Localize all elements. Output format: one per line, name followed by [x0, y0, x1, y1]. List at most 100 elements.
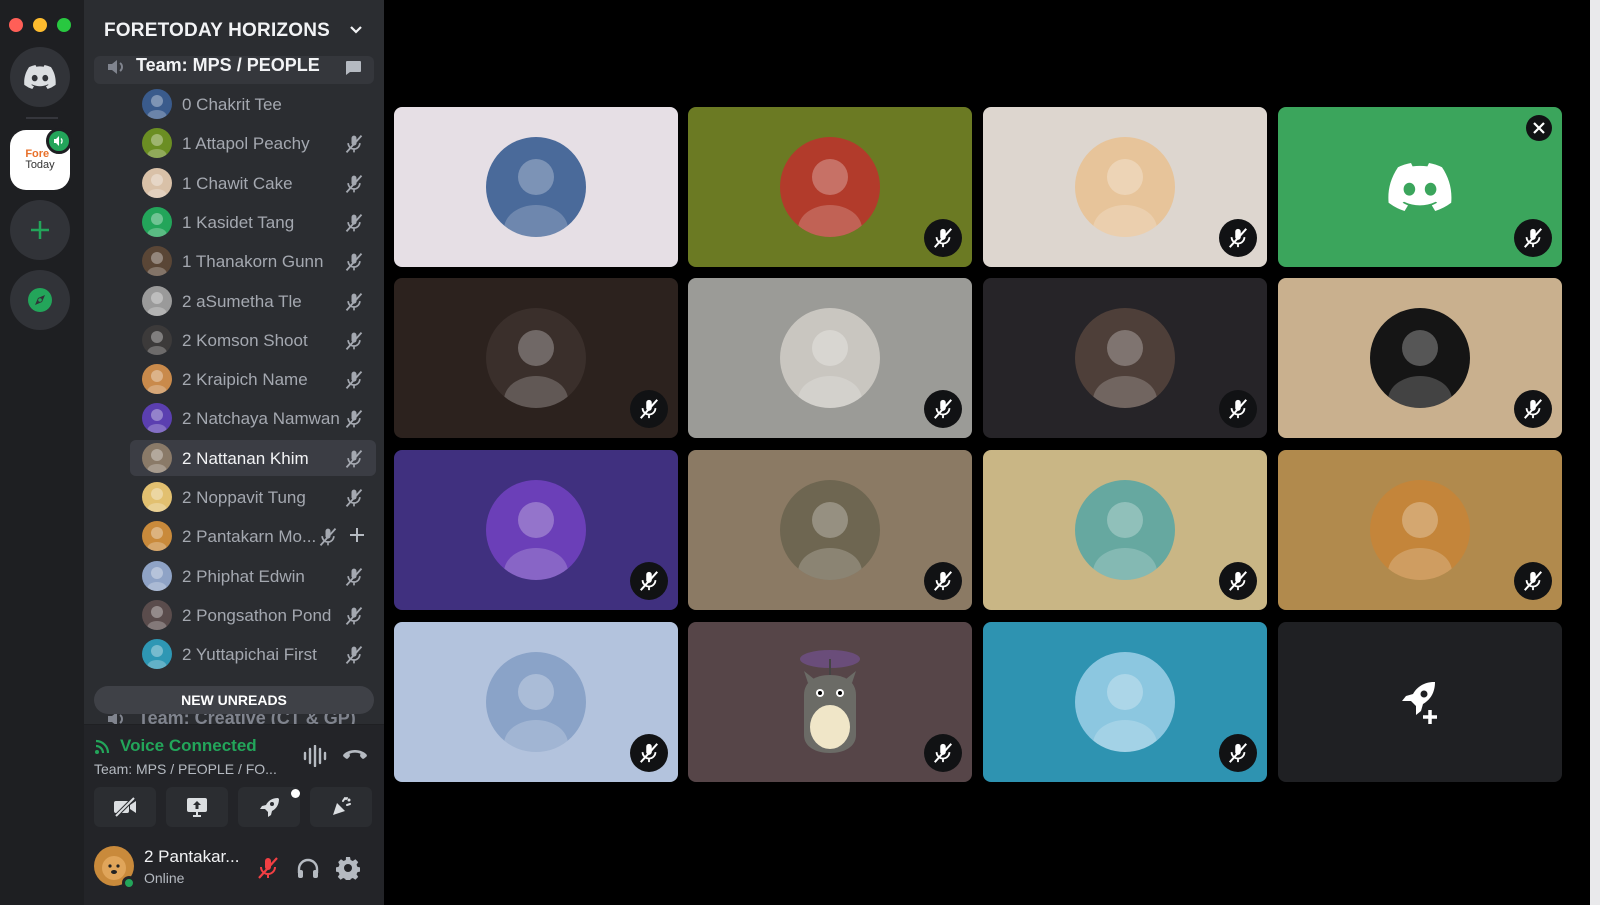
member-muted-indicator: [344, 567, 364, 592]
camera-off-button[interactable]: [94, 787, 156, 827]
participant-tile[interactable]: [394, 107, 678, 267]
plus-icon: [31, 221, 49, 239]
server-rail: Fore Today: [0, 0, 84, 905]
activity-launcher: [1278, 622, 1562, 782]
voice-member[interactable]: 2 aSumetha Tle: [130, 283, 376, 319]
voice-connection-panel: Voice Connected Team: MPS / PEOPLE / FO.…: [84, 724, 384, 834]
member-avatar: [142, 639, 172, 670]
chevron-down-icon: [350, 26, 362, 34]
participant-tile[interactable]: [688, 107, 972, 267]
add-server-button[interactable]: [10, 200, 70, 260]
participant-tile[interactable]: [688, 278, 972, 438]
mic-muted-icon: [345, 331, 363, 350]
video-off-icon: [114, 797, 136, 817]
voice-member[interactable]: 2 Komson Shoot: [130, 322, 376, 358]
voice-channel-path[interactable]: Team: MPS / PEOPLE / FO...: [94, 761, 277, 777]
channel-name: Team: MPS / PEOPLE: [136, 56, 320, 75]
member-muted-indicator: [318, 527, 338, 552]
mic-muted-icon: [1229, 399, 1247, 419]
voice-member[interactable]: 1 Attapol Peachy: [130, 125, 376, 161]
home-button[interactable]: [10, 47, 70, 107]
mic-muted-icon: [934, 743, 952, 763]
window-edge: [1590, 0, 1600, 905]
voice-member[interactable]: 0 Chakrit Tee: [130, 86, 376, 122]
voice-member[interactable]: 2 Pongsathon Pond: [130, 597, 376, 633]
soundboard-icon: [333, 797, 351, 815]
participant-avatar: [486, 480, 586, 580]
participant-tile[interactable]: [1278, 107, 1562, 267]
participant-tile[interactable]: [394, 622, 678, 782]
member-avatar: [142, 89, 172, 119]
participant-tile[interactable]: [688, 450, 972, 610]
member-muted-indicator: [344, 606, 364, 631]
zoom-window-button[interactable]: [57, 18, 71, 32]
current-voice-channel[interactable]: Team: MPS / PEOPLE: [94, 56, 374, 84]
minimize-window-button[interactable]: [33, 18, 47, 32]
disconnect-icon[interactable]: [342, 745, 368, 765]
mic-muted-icon: [1524, 399, 1542, 419]
voice-status[interactable]: Voice Connected: [94, 736, 257, 756]
participant-avatar: [486, 137, 586, 237]
close-tile-button[interactable]: [1526, 115, 1552, 141]
participant-tile[interactable]: [1278, 450, 1562, 610]
add-member-button[interactable]: [348, 526, 366, 549]
participant-tile[interactable]: [983, 107, 1267, 267]
voice-member[interactable]: 2 Kraipich Name: [130, 361, 376, 397]
participant-tile[interactable]: [983, 278, 1267, 438]
member-name: 2 Phiphat Edwin: [182, 566, 305, 586]
headphones-icon[interactable]: [296, 856, 320, 880]
member-avatar: [142, 599, 172, 630]
participant-avatar: [1075, 480, 1175, 580]
voice-member[interactable]: 1 Kasidet Tang: [130, 204, 376, 240]
participant-tile[interactable]: [394, 450, 678, 610]
participant-tile[interactable]: [983, 622, 1267, 782]
mic-muted-icon: [345, 174, 363, 193]
mic-muted-icon: [345, 646, 363, 665]
voice-member[interactable]: 2 Phiphat Edwin: [130, 558, 376, 594]
voice-member[interactable]: 2 Yuttapichai First: [130, 636, 376, 672]
speaker-icon: [54, 136, 63, 146]
new-unreads-button[interactable]: NEW UNREADS: [94, 686, 374, 714]
start-activity-tile[interactable]: [1278, 622, 1562, 782]
participant-tile[interactable]: [394, 278, 678, 438]
gear-icon[interactable]: [336, 856, 360, 880]
screen-share-button[interactable]: [166, 787, 228, 827]
chat-bubble-icon[interactable]: [344, 60, 362, 76]
mic-muted-icon: [1229, 743, 1247, 763]
close-window-button[interactable]: [9, 18, 23, 32]
voice-status-label: Voice Connected: [120, 736, 257, 755]
voice-member[interactable]: 2 Noppavit Tung: [130, 479, 376, 515]
channel-sidebar: FORETODAY HORIZONS Team: MPS / PEOPLE 0 …: [84, 0, 384, 905]
participant-tile[interactable]: [688, 622, 972, 782]
member-name: 0 Chakrit Tee: [182, 95, 282, 114]
participant-avatar: [780, 308, 880, 408]
voice-member[interactable]: 1 Chawit Cake: [130, 165, 376, 201]
voice-member[interactable]: 2 Pantakarn Mo...: [130, 518, 376, 554]
totoro-icon: [800, 650, 860, 753]
muted-indicator: [630, 390, 668, 428]
member-muted-indicator: [344, 370, 364, 395]
mic-muted-icon[interactable]: [256, 856, 280, 880]
mic-muted-icon: [345, 567, 363, 586]
member-name: 1 Chawit Cake: [182, 173, 293, 193]
user-name[interactable]: 2 Pantakar...: [144, 847, 239, 867]
explore-servers-button[interactable]: [10, 270, 70, 330]
server-header[interactable]: FORETODAY HORIZONS: [84, 0, 384, 62]
voice-member[interactable]: 2 Nattanan Khim: [130, 439, 376, 476]
voice-member[interactable]: 2 Natchaya Namwan: [130, 400, 376, 436]
noise-suppression-icon[interactable]: [302, 745, 328, 767]
close-icon: [1533, 122, 1545, 134]
member-name: 2 Komson Shoot: [182, 330, 308, 350]
mic-muted-icon: [934, 571, 952, 591]
activity-notification-dot: [291, 789, 300, 798]
member-avatar: [142, 206, 172, 237]
member-name: 2 Nattanan Khim: [182, 448, 309, 468]
voice-member[interactable]: 1 Thanakorn Gunn: [130, 243, 376, 279]
member-muted-indicator: [344, 174, 364, 199]
participant-tile[interactable]: [983, 450, 1267, 610]
soundboard-button[interactable]: [310, 787, 372, 827]
muted-indicator: [630, 734, 668, 772]
participant-tile[interactable]: [1278, 278, 1562, 438]
member-name: 2 Pongsathon Pond: [182, 605, 332, 625]
member-muted-indicator: [344, 488, 364, 513]
